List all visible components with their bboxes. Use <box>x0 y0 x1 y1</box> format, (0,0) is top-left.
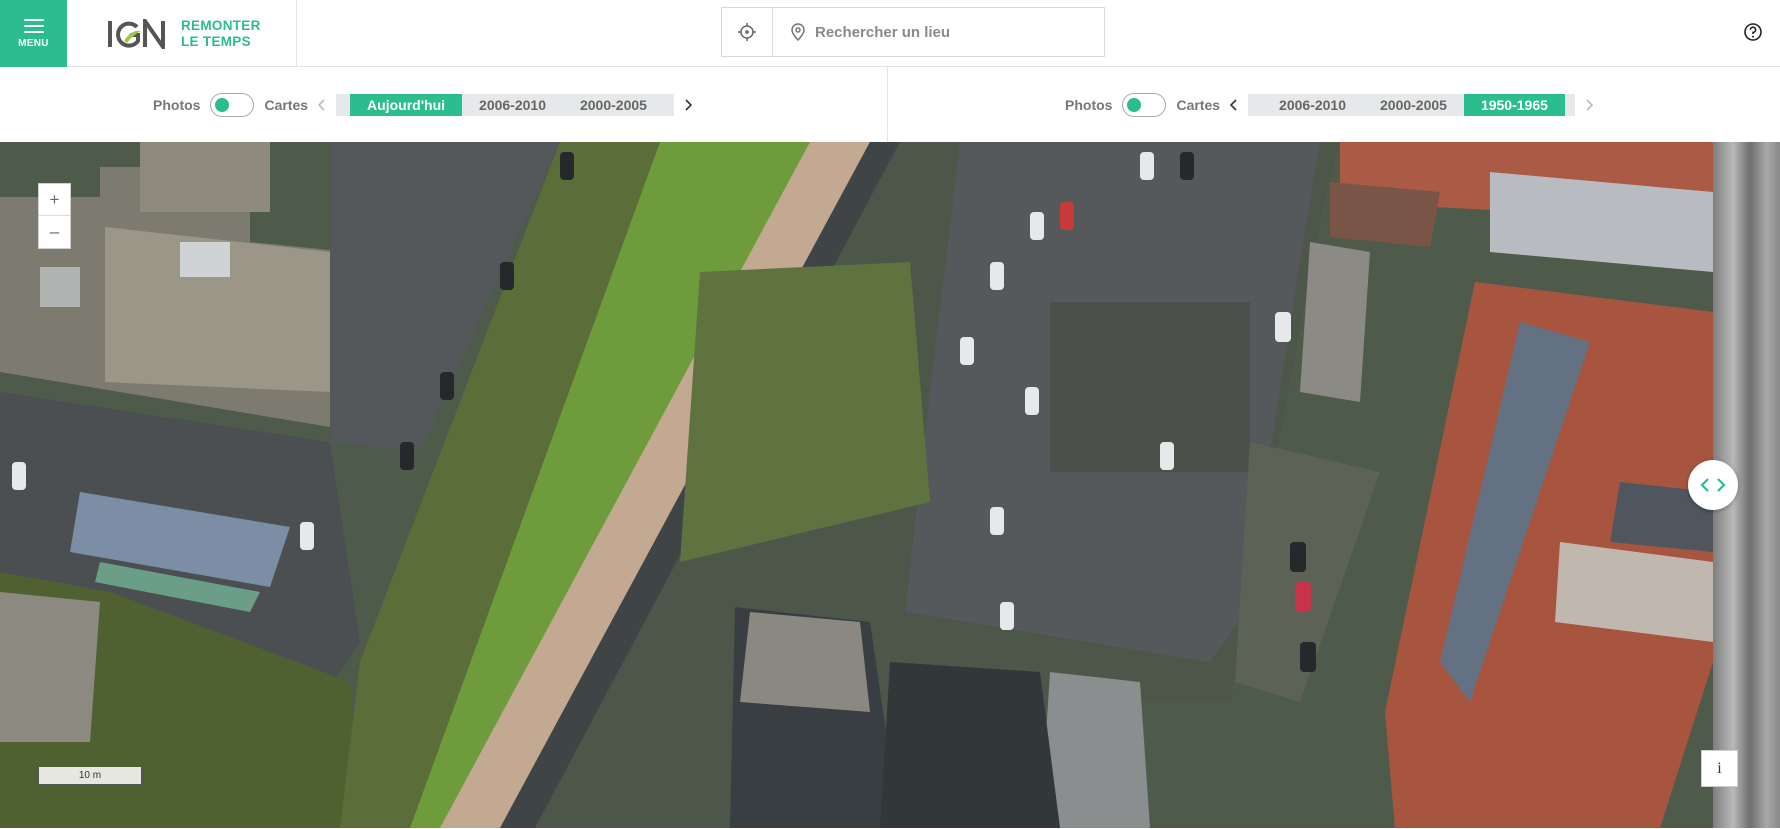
scale-bar: 10 m <box>37 767 143 786</box>
right-period-1950-1965[interactable]: 1950-1965 <box>1463 94 1565 116</box>
brand-line-1: REMONTER <box>181 17 261 33</box>
zoom-out-button[interactable]: – <box>39 216 70 248</box>
aerial-photo <box>0 142 1713 828</box>
left-photos-label: Photos <box>153 97 201 113</box>
crosshair-icon <box>738 23 756 41</box>
left-period-2000-2005[interactable]: 2000-2005 <box>563 94 664 116</box>
info-icon: i <box>1717 759 1722 777</box>
left-prev-period-button[interactable] <box>314 93 330 117</box>
hamburger-icon <box>23 18 44 33</box>
brand-line-2: LE TEMPS <box>181 33 251 49</box>
right-next-period-button[interactable] <box>1581 93 1597 117</box>
search-bar <box>721 7 1105 57</box>
swipe-handle[interactable] <box>1688 460 1738 510</box>
swipe-arrows-icon <box>1700 478 1726 492</box>
zoom-control: + – <box>38 183 71 249</box>
app-header: MENU REMONTER LE TEMPS <box>0 0 1780 67</box>
left-period-2006-2010[interactable]: 2006-2010 <box>462 94 563 116</box>
left-pane-controls: Photos Cartes Aujourd'hui 2006-2010 2000… <box>153 93 696 117</box>
right-photos-maps-toggle[interactable] <box>1122 93 1167 117</box>
brand-title: REMONTER LE TEMPS <box>181 18 261 50</box>
chevron-right-icon <box>1586 99 1593 111</box>
left-next-period-button[interactable] <box>680 93 696 117</box>
right-prev-period-button[interactable] <box>1226 93 1242 117</box>
search-input[interactable] <box>805 8 1104 56</box>
left-maps-label: Cartes <box>264 97 309 113</box>
chevron-left-icon <box>1230 99 1237 111</box>
info-button[interactable]: i <box>1701 750 1738 787</box>
right-maps-label: Cartes <box>1176 97 1221 113</box>
zoom-in-button[interactable]: + <box>39 184 70 216</box>
help-button[interactable] <box>1743 22 1763 42</box>
right-period-2000-2005[interactable]: 2000-2005 <box>1363 94 1464 116</box>
location-pin-icon <box>773 8 805 56</box>
chevron-left-icon <box>318 99 325 111</box>
help-circle-icon <box>1744 23 1762 41</box>
left-photos-maps-toggle[interactable] <box>210 93 255 117</box>
locate-button[interactable] <box>722 8 773 56</box>
right-pane-controls: Photos Cartes 2006-2010 2000-2005 1950-1… <box>1065 93 1597 117</box>
right-photos-label: Photos <box>1065 97 1113 113</box>
comparison-toolbar: Photos Cartes Aujourd'hui 2006-2010 2000… <box>0 67 1780 142</box>
menu-label: MENU <box>18 37 49 49</box>
toolbar-divider <box>887 67 888 142</box>
menu-button[interactable]: MENU <box>0 0 67 67</box>
left-period-today[interactable]: Aujourd'hui <box>350 94 463 116</box>
right-period-selector: 2006-2010 2000-2005 1950-1965 <box>1248 94 1575 116</box>
brand[interactable]: REMONTER LE TEMPS <box>67 0 297 67</box>
aerial-map[interactable] <box>0 142 1713 828</box>
ign-logo-icon <box>108 18 165 49</box>
chevron-right-icon <box>685 99 692 111</box>
left-period-selector: Aujourd'hui 2006-2010 2000-2005 <box>336 94 674 116</box>
scale-label: 10 m <box>78 770 102 781</box>
right-period-2006-2010[interactable]: 2006-2010 <box>1262 94 1363 116</box>
